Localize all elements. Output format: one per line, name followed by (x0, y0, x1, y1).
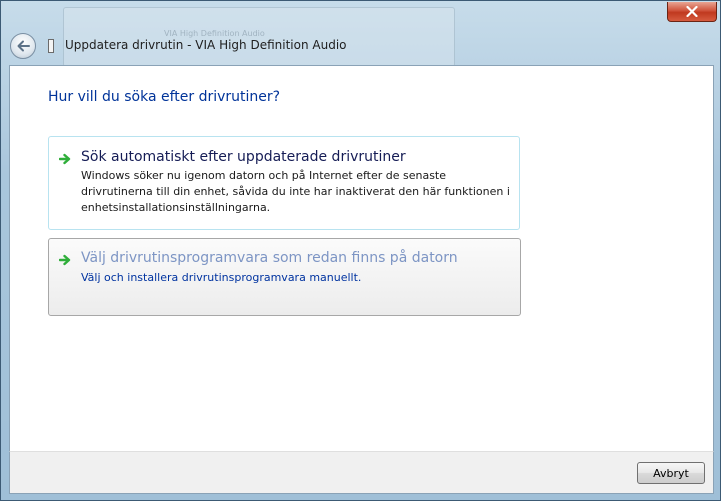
window-title: Uppdatera drivrutin - VIA High Definitio… (65, 38, 347, 52)
wizard-content: Hur vill du söka efter drivrutiner? Sök … (9, 65, 714, 451)
wizard-footer: Avbryt (9, 451, 714, 494)
background-window: VIA High Definition Audio (63, 7, 455, 67)
close-button[interactable] (667, 2, 717, 22)
option-title: Sök automatiskt efter uppdaterade drivru… (81, 149, 406, 165)
option-description: Välj och installera drivrutinsprogramvar… (81, 271, 362, 284)
window-frame: VIA High Definition Audio Uppdatera driv… (0, 0, 721, 501)
option-description: Windows söker nu igenom datorn och på In… (81, 169, 510, 214)
back-button[interactable] (10, 33, 36, 59)
device-icon (48, 39, 54, 53)
green-arrow-icon (59, 153, 71, 165)
background-window-title: VIA High Definition Audio (164, 29, 265, 38)
green-arrow-icon (59, 254, 71, 266)
option-title: Välj drivrutinsprogramvara som redan fin… (81, 250, 458, 266)
option-browse-computer[interactable]: Välj drivrutinsprogramvara som redan fin… (48, 238, 521, 316)
back-arrow-icon (17, 40, 30, 52)
option-search-automatically[interactable]: Sök automatiskt efter uppdaterade drivru… (48, 136, 520, 230)
cancel-button[interactable]: Avbryt (637, 462, 705, 484)
page-heading: Hur vill du söka efter drivrutiner? (48, 89, 281, 105)
close-icon (686, 6, 698, 17)
